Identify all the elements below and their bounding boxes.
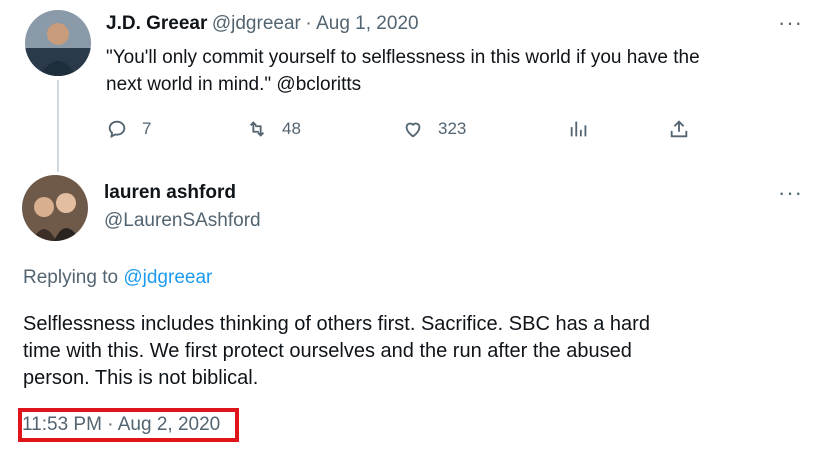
separator: · bbox=[305, 13, 312, 34]
retweet-icon bbox=[249, 121, 265, 137]
jdgreear-avatar[interactable] bbox=[25, 10, 91, 76]
more-icon[interactable]: ··· bbox=[778, 180, 803, 206]
tweet2-text: Selflessness includes thinking of others… bbox=[23, 311, 650, 392]
author-handle[interactable]: @jdgreear bbox=[212, 13, 301, 34]
more-icon[interactable]: ··· bbox=[778, 10, 803, 36]
tweet-text-line: "You'll only commit yourself to selfless… bbox=[106, 47, 700, 68]
tweet-text-line: next world in mind." @bcloritts bbox=[106, 74, 362, 95]
retweet-count: 48 bbox=[282, 119, 301, 138]
author-name[interactable]: J.D. Greear bbox=[106, 13, 207, 34]
like-button[interactable]: 323 bbox=[402, 118, 466, 140]
tweet-timestamp[interactable]: 11:53 PM · Aug 2, 2020 bbox=[22, 414, 220, 436]
share-button[interactable] bbox=[668, 118, 704, 140]
replying-to-prefix: Replying to bbox=[23, 267, 119, 288]
like-count: 323 bbox=[438, 119, 467, 138]
tweet-date[interactable]: Aug 1, 2020 bbox=[316, 13, 418, 34]
reply-icon bbox=[108, 120, 126, 138]
tweet-text-line: Selflessness includes thinking of others… bbox=[23, 313, 650, 335]
views-icon bbox=[570, 121, 587, 137]
like-icon bbox=[405, 122, 421, 138]
tweet1-header: J.D. Greear @jdgreear · Aug 1, 2020 bbox=[106, 13, 419, 35]
views-button[interactable] bbox=[568, 118, 604, 140]
thread-line bbox=[57, 80, 59, 172]
reply-button[interactable]: 7 bbox=[106, 118, 151, 140]
laurenashford-avatar[interactable] bbox=[22, 175, 88, 241]
tweet-text-line: person. This is not biblical. bbox=[23, 367, 259, 389]
replying-to-handle[interactable]: @jdgreear bbox=[123, 267, 212, 288]
author-handle[interactable]: @LaurenSAshford bbox=[104, 210, 261, 232]
tweet-text-line: time with this. We first protect ourselv… bbox=[23, 340, 632, 362]
tweet1-text: "You'll only commit yourself to selfless… bbox=[106, 44, 700, 98]
share-icon bbox=[670, 120, 688, 138]
retweet-button[interactable]: 48 bbox=[246, 118, 301, 140]
author-name[interactable]: lauren ashford bbox=[104, 182, 236, 204]
replying-to: Replying to @jdgreear bbox=[23, 267, 212, 289]
reply-count: 7 bbox=[142, 119, 152, 138]
